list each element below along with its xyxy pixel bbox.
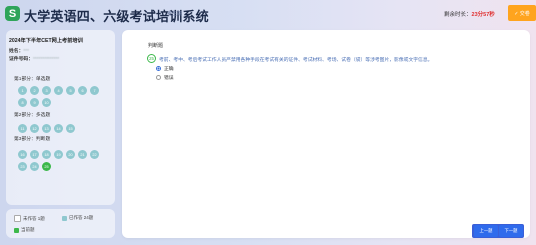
candidate-id-row: 证件号码：************** [9,55,59,62]
question-number-button[interactable]: 9 [30,98,39,107]
id-value: ************** [33,57,60,62]
question-number-button[interactable]: 13 [42,124,51,133]
option-false[interactable]: 错误 [156,74,174,81]
answered-swatch-icon [62,215,67,221]
question-number-button[interactable]: 10 [42,98,51,107]
question-number-button[interactable]: 7 [90,86,99,95]
question-number-button[interactable]: 12 [30,124,39,133]
option-true[interactable]: 正确 [156,65,174,72]
id-label: 证件号码： [9,57,33,62]
question-number-button[interactable]: 18 [42,150,51,159]
legend-current-label: 当前题 [21,227,35,232]
next-question-button[interactable]: 下一题 [499,225,523,237]
remaining-time: 剩余时长：23分57秒 [444,10,495,18]
question-grid: 11 12 13 14 15 [18,124,108,133]
app-subtitle: 考生端 [167,11,183,17]
question-number-button[interactable]: 2 [30,86,39,95]
question-number-button[interactable]: 24 [30,162,39,171]
question-grid: 1 2 3 4 5 6 7 8 9 10 [18,86,108,107]
legend-current: 当前题 [14,227,35,233]
legend-answered: 已作答 24题 [62,215,93,221]
question-number-button[interactable]: 21 [78,150,87,159]
prev-question-button[interactable]: 上一题 [474,225,498,237]
timer-value: 23分57秒 [471,12,495,18]
name-value: *** [23,49,30,54]
question-number-button[interactable]: 11 [18,124,27,133]
question-number-button[interactable]: 23 [18,162,27,171]
legend-answered-label: 已作答 24题 [69,215,94,220]
name-label: 姓名： [9,49,24,54]
question-number-button[interactable]: 19 [54,150,63,159]
timer-label: 剩余时长： [444,12,472,18]
question-number-button[interactable]: 1 [18,86,27,95]
question-number-button[interactable]: 5 [66,86,75,95]
question-number-button[interactable]: 8 [18,98,27,107]
question-number-button[interactable]: 15 [66,124,75,133]
question-number-button[interactable]: 22 [90,150,99,159]
question-panel: 判断题 25 考前、考中、考后考试工作人员严禁用各种手段在考试有关的证件、考试材… [122,30,530,238]
radio-unchecked-icon[interactable] [156,75,161,80]
question-text: 考前、考中、考后考试工作人员严禁用各种手段在考试有关的证件、考试材料、考场、试卷… [159,57,433,63]
candidate-name-row: 姓名：*** [9,47,29,54]
current-swatch-icon [14,227,19,233]
app-logo-icon: S [5,6,20,21]
radio-checked-icon[interactable] [156,66,161,71]
answer-legend: 未作答 1题 已作答 24题 当前题 [6,209,115,238]
option-label: 错误 [164,76,174,81]
answer-card-panel: 2024年下半年CET网上考前培训 姓名：*** 证件号码：**********… [6,30,115,205]
legend-unanswered-label: 未作答 1题 [23,215,45,221]
option-label: 正确 [164,67,174,72]
unanswered-swatch-icon [14,215,21,222]
question-number-badge: 25 [147,54,156,63]
header-bar: S 大学英语四、六级考试培训系统 考生端 剩余时长：23分57秒 ✓ 交卷 [0,0,536,28]
section-title: 第3部分：判断题 [14,137,51,142]
question-number-button[interactable]: 17 [30,150,39,159]
submit-exam-button[interactable]: ✓ 交卷 [508,5,536,21]
exam-name: 2024年下半年CET网上考前培训 [9,38,83,44]
question-number-button[interactable]: 3 [42,86,51,95]
question-number-button[interactable]: 25 [42,162,51,171]
question-number-button[interactable]: 6 [78,86,87,95]
question-number-button[interactable]: 16 [18,150,27,159]
question-type: 判断题 [148,43,164,49]
question-navigation: 上一题 下一题 [472,224,524,238]
section-title: 第2部分：多选题 [14,113,51,118]
question-number-button[interactable]: 14 [54,124,63,133]
question-number-button[interactable]: 4 [54,86,63,95]
section-title: 第1部分：单选题 [14,77,51,82]
question-grid: 16 17 18 19 20 21 22 23 24 25 [18,150,108,171]
legend-unanswered: 未作答 1题 [14,215,45,222]
question-number-button[interactable]: 20 [66,150,75,159]
